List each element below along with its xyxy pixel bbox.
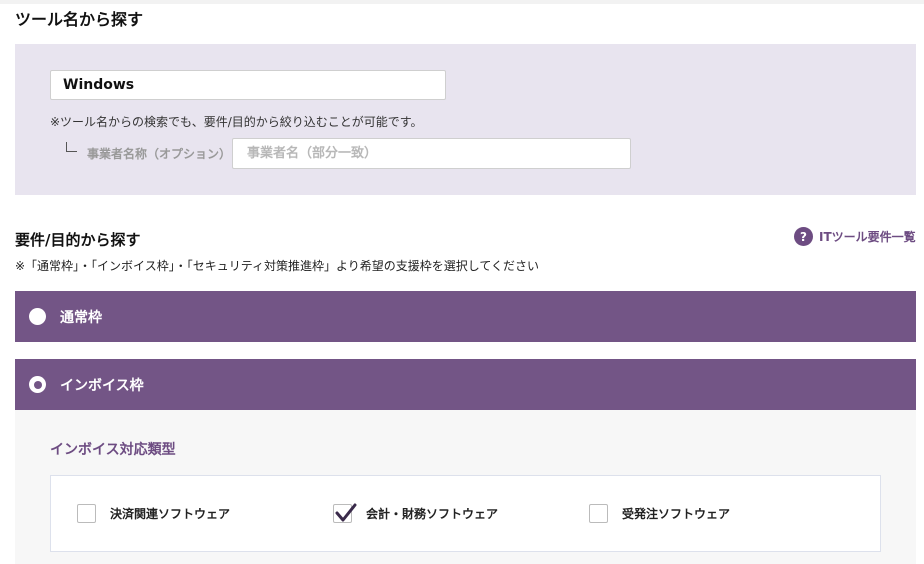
checkbox-label: 会計・財務ソフトウェア	[366, 507, 499, 521]
checkbox[interactable]	[77, 504, 96, 523]
tool-search-heading: ツール名から探す	[15, 10, 144, 29]
frame-selection-note: ※「通常枠」・「インボイス枠」・「セキュリティ対策推進枠」より希望の支援枠を選択…	[15, 259, 540, 273]
business-name-input[interactable]	[232, 138, 631, 169]
checkbox-label: 決済関連ソフトウェア	[110, 507, 231, 521]
tool-name-input[interactable]	[50, 70, 446, 100]
tool-search-note: ※ツール名からの検索でも、要件/目的から絞り込むことが可能です。	[50, 115, 423, 129]
checkbox-order-software[interactable]: 受発注ソフトウェア	[589, 504, 730, 523]
indent-corner-icon	[66, 142, 77, 152]
frame-option-normal[interactable]: 通常枠	[15, 291, 916, 342]
question-icon: ?	[794, 227, 813, 246]
radio-button-selected[interactable]	[29, 376, 46, 393]
requirement-search-heading: 要件/目的から探す	[15, 231, 141, 249]
business-name-label: 事業者名称（オプション）	[87, 147, 232, 161]
help-link-label: ITツール要件一覧	[819, 230, 916, 244]
checkbox-accounting-software[interactable]: 会計・財務ソフトウェア	[333, 503, 499, 523]
frame-label: 通常枠	[60, 309, 102, 326]
checkbox-payment-software[interactable]: 決済関連ソフトウェア	[77, 504, 230, 523]
top-divider	[0, 0, 924, 4]
it-tool-requirements-link[interactable]: ? ITツール要件一覧	[794, 227, 916, 246]
frame-option-invoice[interactable]: インボイス枠	[15, 359, 916, 410]
checkbox[interactable]	[589, 504, 608, 523]
checkbox-label: 受発注ソフトウェア	[622, 507, 731, 521]
checkbox-checked[interactable]	[333, 503, 357, 523]
radio-button[interactable]	[29, 308, 46, 325]
frame-label: インボイス枠	[60, 377, 144, 394]
checkmark-icon	[335, 503, 357, 522]
invoice-type-title: インボイス対応類型	[50, 442, 176, 458]
